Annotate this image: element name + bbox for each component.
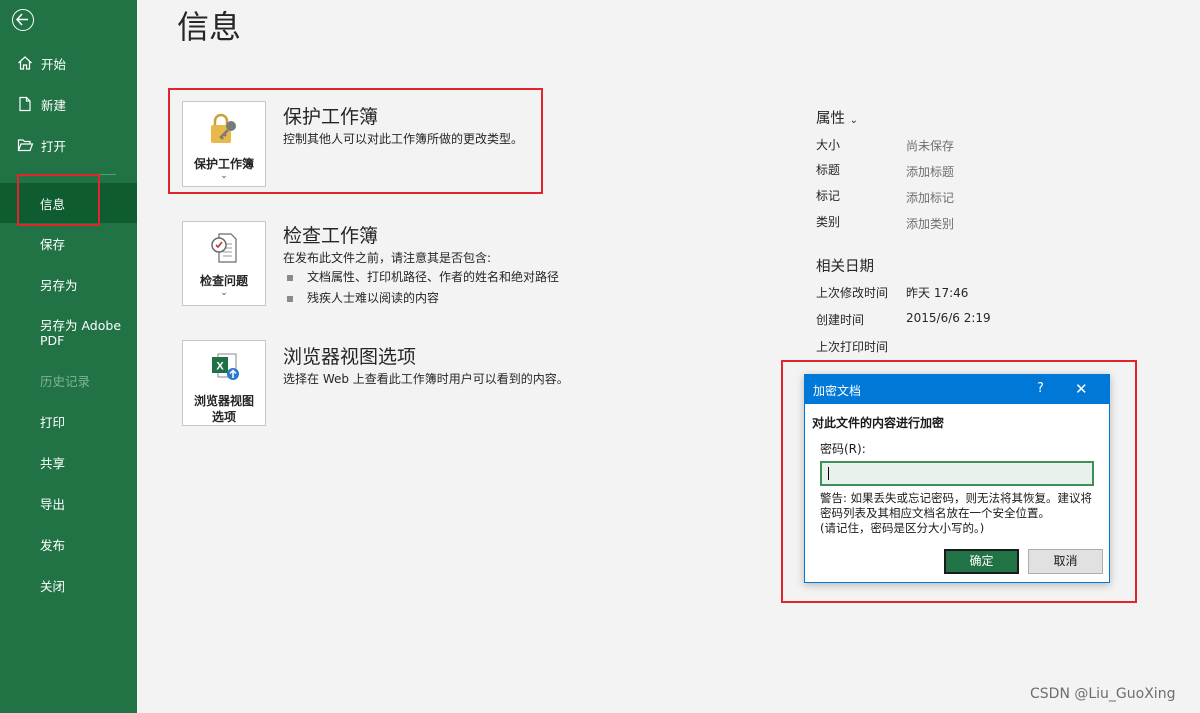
- cancel-button[interactable]: 取消: [1028, 549, 1103, 574]
- browser-view-options-button[interactable]: X 浏览器视图 选项: [182, 340, 266, 426]
- nav-item-print[interactable]: 打印: [0, 401, 137, 441]
- date-value: 昨天 17:46: [906, 286, 969, 300]
- nav-item-new[interactable]: 新建: [0, 84, 137, 124]
- nav-label: 发布: [40, 537, 66, 553]
- ok-button[interactable]: 确定: [944, 549, 1019, 574]
- nav-item-share[interactable]: 共享: [0, 442, 137, 482]
- new-document-icon: [17, 96, 34, 113]
- password-label: 密码(R):: [820, 442, 866, 456]
- tile-label: 浏览器视图: [193, 394, 254, 408]
- home-icon: [17, 55, 34, 72]
- date-label: 创建时间: [816, 313, 865, 327]
- properties-heading-label: 属性: [816, 111, 845, 127]
- lock-key-icon: [183, 102, 265, 156]
- inspect-bullet: 文档属性、打印机路径、作者的姓名和绝对路径: [287, 268, 559, 285]
- bullet-text: 文档属性、打印机路径、作者的姓名和绝对路径: [307, 270, 560, 284]
- prop-label: 大小: [816, 138, 841, 152]
- dialog-heading: 对此文件的内容进行加密: [812, 416, 945, 430]
- date-value: 2015/6/6 2:19: [906, 311, 991, 325]
- properties-heading[interactable]: 属性 ⌄: [816, 107, 858, 128]
- bullet-square-icon: [287, 274, 293, 281]
- inspect-document-icon: [183, 222, 265, 273]
- protect-desc: 控制其他人可以对此工作簿所做的更改类型。: [283, 132, 524, 146]
- warning-text: 警告: 如果丢失或忘记密码，则无法将其恢复。建议将密码列表及其相应文档名放在一个…: [820, 491, 1093, 520]
- dates-heading: 相关日期: [816, 259, 874, 275]
- help-icon[interactable]: ?: [1037, 381, 1044, 396]
- dialog-title: 加密文档: [813, 384, 862, 398]
- inspect-bullet: 残疾人士难以阅读的内容: [287, 289, 439, 306]
- prop-value-tags-field[interactable]: 添加标记: [906, 189, 954, 206]
- open-folder-icon: [17, 137, 34, 154]
- tile-label: 保护工作簿: [193, 157, 254, 171]
- dialog-warning: 警告: 如果丢失或忘记密码，则无法将其恢复。建议将密码列表及其相应文档名放在一个…: [820, 491, 1100, 536]
- bullet-text: 残疾人士难以阅读的内容: [307, 291, 440, 305]
- nav-item-history: 历史记录: [0, 360, 137, 400]
- nav-label: 开始: [41, 56, 67, 72]
- warning-note: (请记住，密码是区分大小写的。): [820, 521, 985, 535]
- inspect-title: 检查工作簿: [283, 225, 379, 247]
- nav-label: 新建: [41, 97, 67, 113]
- protect-workbook-button[interactable]: 保护工作簿 ⌄: [182, 101, 266, 187]
- password-input[interactable]: [820, 461, 1094, 486]
- encrypt-document-dialog: 加密文档 ? ✕ 对此文件的内容进行加密 密码(R): 警告: 如果丢失或忘记密…: [804, 374, 1110, 583]
- nav-item-save-as[interactable]: 另存为: [0, 264, 137, 304]
- page-title: 信息: [177, 8, 242, 46]
- bullet-square-icon: [287, 295, 293, 302]
- highlight-box-info: [17, 174, 100, 226]
- nav-label: 导出: [40, 496, 66, 512]
- nav-item-open[interactable]: 打开: [0, 125, 137, 165]
- nav-label: 另存为: [40, 277, 78, 293]
- inspect-workbook-button[interactable]: 检查问题 ⌄: [182, 221, 266, 306]
- backstage-sidebar: 开始 新建 打开 信息 保存 另存为 另存为 Adobe PDF 历史记录 打印…: [0, 0, 137, 713]
- back-arrow-icon[interactable]: [12, 9, 34, 31]
- svg-text:X: X: [216, 361, 224, 373]
- prop-value-category-field[interactable]: 添加类别: [906, 215, 954, 232]
- browser-desc: 选择在 Web 上查看此工作簿时用户可以看到的内容。: [283, 372, 569, 386]
- nav-item-close[interactable]: 关闭: [0, 565, 137, 605]
- excel-web-icon: X: [183, 341, 265, 393]
- date-label: 上次修改时间: [816, 286, 889, 300]
- prop-value: 尚未保存: [906, 139, 955, 153]
- text-cursor: [828, 467, 829, 480]
- date-label: 上次打印时间: [816, 340, 889, 354]
- nav-label: 打开: [41, 138, 67, 154]
- nav-label: 保存: [40, 236, 66, 252]
- chevron-down-icon: ⌄: [220, 171, 228, 181]
- protect-title: 保护工作簿: [283, 106, 379, 128]
- nav-label: 另存为 Adobe PDF: [40, 318, 122, 348]
- nav-item-export[interactable]: 导出: [0, 483, 137, 523]
- dialog-titlebar[interactable]: 加密文档 ? ✕: [805, 375, 1109, 404]
- tile-label: 检查问题: [199, 274, 248, 288]
- chevron-down-icon: ⌄: [849, 115, 858, 126]
- watermark: CSDN @Liu_GuoXing: [1030, 686, 1176, 702]
- nav-label: 关闭: [40, 578, 66, 594]
- nav-label: 历史记录: [40, 373, 91, 389]
- nav-item-save-as-adobe-pdf[interactable]: 另存为 Adobe PDF: [0, 313, 130, 353]
- prop-value-title-field[interactable]: 添加标题: [906, 163, 954, 180]
- inspect-desc: 在发布此文件之前，请注意其是否包含:: [283, 251, 492, 265]
- chevron-down-icon: ⌄: [220, 288, 228, 298]
- browser-title: 浏览器视图选项: [283, 346, 417, 368]
- nav-item-save[interactable]: 保存: [0, 223, 137, 263]
- prop-label: 标题: [816, 163, 841, 177]
- nav-item-publish[interactable]: 发布: [0, 524, 137, 564]
- nav-label: 打印: [40, 414, 66, 430]
- prop-label: 标记: [816, 189, 841, 203]
- nav-item-home[interactable]: 开始: [0, 43, 137, 83]
- tile-label: 选项: [211, 410, 236, 424]
- nav-label: 共享: [40, 455, 66, 471]
- close-icon[interactable]: ✕: [1075, 380, 1088, 398]
- prop-label: 类别: [816, 215, 841, 229]
